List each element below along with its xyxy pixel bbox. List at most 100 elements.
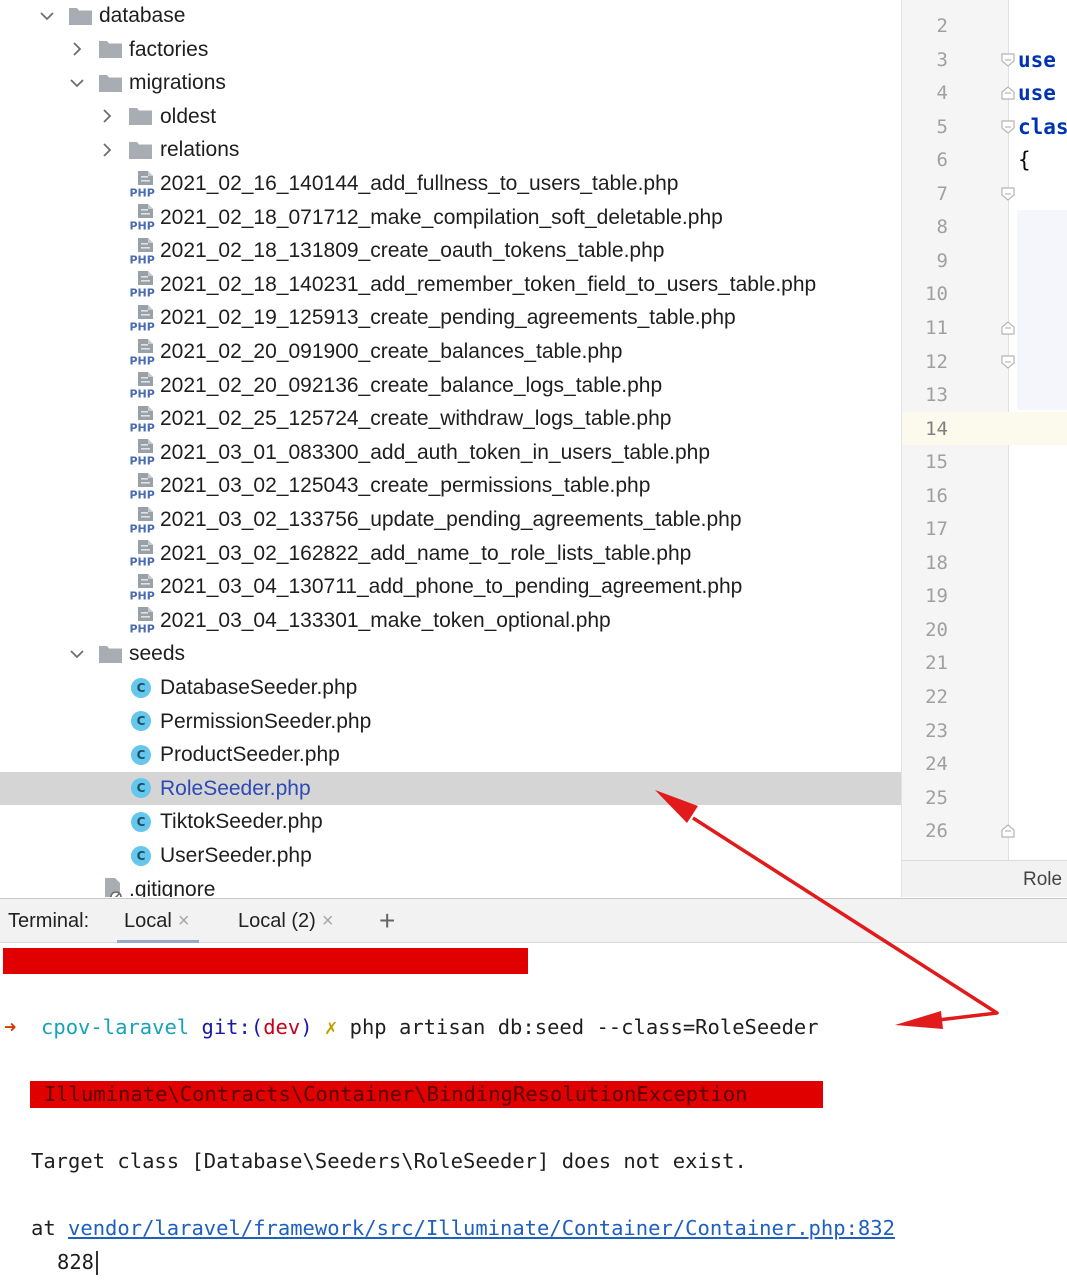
gitignore-file-icon xyxy=(102,873,126,897)
line-number: 24 xyxy=(925,753,948,776)
line-number: 13 xyxy=(925,384,948,407)
svg-text:PHP: PHP xyxy=(130,186,155,198)
tree-item-label: relations xyxy=(160,138,240,162)
tree-item[interactable]: PHP 2021_02_18_131809_create_oauth_tokens… xyxy=(0,234,901,267)
line-number: 25 xyxy=(925,786,948,809)
chevron-down-icon[interactable] xyxy=(36,0,58,32)
tree-item-label: RoleSeeder.php xyxy=(160,776,311,800)
tree-item[interactable]: C UserSeeder.php xyxy=(0,839,901,872)
php-file-icon: PHP xyxy=(129,301,157,334)
chevron-down-icon[interactable] xyxy=(66,637,88,670)
code-line[interactable]: clas xyxy=(1018,111,1067,144)
tree-item-label: 2021_03_04_130711_add_phone_to_pending_a… xyxy=(160,575,743,599)
close-icon[interactable]: × xyxy=(322,910,334,932)
tree-item[interactable]: C PermissionSeeder.php xyxy=(0,705,901,738)
php-file-icon: PHP xyxy=(129,167,157,200)
prompt-git-suffix: ) xyxy=(300,1015,313,1039)
editor-tab-status[interactable]: Role xyxy=(901,860,1067,897)
php-class-icon: C xyxy=(131,772,151,805)
svg-text:PHP: PHP xyxy=(130,556,155,568)
stack-file-link[interactable]: vendor/laravel/framework/src/Illuminate/… xyxy=(68,1216,895,1240)
class-badge: C xyxy=(131,711,151,732)
folder-icon xyxy=(128,100,153,133)
fold-marker-icon[interactable] xyxy=(1001,354,1015,369)
code-line-number: 828 xyxy=(57,1247,99,1277)
tree-item[interactable]: C ProductSeeder.php xyxy=(0,738,901,771)
tree-item[interactable]: PHP 2021_03_01_083300_add_auth_token_in_u… xyxy=(0,436,901,469)
tree-item[interactable]: PHP 2021_03_02_125043_create_permissions_… xyxy=(0,469,901,502)
tree-item[interactable]: C TiktokSeeder.php xyxy=(0,805,901,838)
svg-text:PHP: PHP xyxy=(130,421,155,433)
tree-item[interactable]: migrations xyxy=(0,66,901,99)
tree-item[interactable]: PHP 2021_02_16_140144_add_fullness_to_use… xyxy=(0,167,901,200)
tree-item[interactable]: C DatabaseSeeder.php xyxy=(0,671,901,704)
fold-marker-icon[interactable] xyxy=(1001,52,1015,67)
svg-text:PHP: PHP xyxy=(130,589,155,601)
code-line[interactable]: { xyxy=(1018,144,1031,177)
text-cursor xyxy=(96,1251,99,1275)
line-number: 3 xyxy=(936,48,948,71)
fold-marker-icon[interactable] xyxy=(1001,120,1015,134)
tab-local[interactable]: Local × xyxy=(117,899,198,944)
svg-text:PHP: PHP xyxy=(130,455,155,467)
chevron-right-icon[interactable] xyxy=(66,33,88,66)
tree-item-label: migrations xyxy=(129,71,226,95)
tree-item[interactable]: PHP 2021_03_04_133301_make_token_optional… xyxy=(0,604,901,637)
prompt-arrow-icon: ➜ xyxy=(4,1015,17,1039)
tree-item-label: seeds xyxy=(129,642,186,666)
add-terminal-icon[interactable]: + xyxy=(379,899,395,942)
close-icon[interactable]: × xyxy=(178,910,190,932)
folder-icon xyxy=(98,33,123,66)
tree-item[interactable]: factories xyxy=(0,33,901,66)
tree-item-label: TiktokSeeder.php xyxy=(160,810,323,834)
terminal-output[interactable]: ➜ cpov-laravel git:(dev) ✗ php artisan d… xyxy=(0,943,1067,1280)
tree-item[interactable]: C RoleSeeder.php xyxy=(0,771,901,805)
tab-local-2[interactable]: Local (2) × xyxy=(238,899,334,943)
tree-item[interactable]: PHP 2021_02_20_091900_create_balances_tab… xyxy=(0,335,901,368)
tree-item[interactable]: PHP 2021_02_19_125913_create_pending_agre… xyxy=(0,301,901,334)
code-line[interactable]: use xyxy=(1018,44,1056,77)
class-badge: C xyxy=(131,744,151,765)
tree-item[interactable]: PHP 2021_02_18_071712_make_compilation_so… xyxy=(0,201,901,234)
tree-item-label: 2021_03_02_133756_update_pending_agreeme… xyxy=(160,508,742,531)
svg-text:PHP: PHP xyxy=(130,522,155,534)
tree-item[interactable]: PHP 2021_02_25_125724_create_withdraw_log… xyxy=(0,402,901,435)
ide-window: database factories migrations oldest relatio… xyxy=(0,0,1067,1280)
chevron-right-icon[interactable] xyxy=(96,100,118,133)
tree-item[interactable]: PHP 2021_03_02_162822_add_name_to_role_li… xyxy=(0,537,901,570)
tree-item-label: 2021_02_20_091900_create_balances_table.… xyxy=(160,340,623,363)
chevron-down-icon[interactable] xyxy=(66,66,88,99)
line-number: 15 xyxy=(925,451,948,474)
code-body-highlight xyxy=(1017,210,1067,410)
svg-text:PHP: PHP xyxy=(130,488,155,500)
tree-item[interactable]: PHP 2021_02_20_092136_create_balance_logs… xyxy=(0,369,901,402)
class-badge: C xyxy=(131,778,151,799)
tree-item[interactable]: database xyxy=(0,0,901,32)
tree-item[interactable]: PHP 2021_02_18_140231_add_remember_token_… xyxy=(0,268,901,301)
tree-item[interactable]: seeds xyxy=(0,637,901,670)
svg-text:PHP: PHP xyxy=(130,388,155,400)
fold-marker-icon[interactable] xyxy=(1001,321,1015,335)
fold-marker-icon[interactable] xyxy=(1001,824,1015,838)
code-editor[interactable]: 2 3 4 5 6 7 8 9 10 11 12 13 14 15 16 17 18 19 20 21 22 23 24 25… xyxy=(901,0,1067,860)
tree-item[interactable]: relations xyxy=(0,133,901,166)
tree-item[interactable]: PHP 2021_03_04_130711_add_phone_to_pendin… xyxy=(0,570,901,603)
fold-marker-icon[interactable] xyxy=(1001,187,1015,201)
tree-item[interactable]: .gitignore xyxy=(0,873,901,897)
chevron-right-icon[interactable] xyxy=(96,133,118,166)
line-number: 2 xyxy=(936,15,948,37)
tree-item-label: 2021_02_20_092136_create_balance_logs_ta… xyxy=(160,373,663,397)
class-badge: C xyxy=(131,677,151,698)
php-file-icon: PHP xyxy=(129,604,157,637)
code-line[interactable]: use xyxy=(1018,77,1056,110)
tree-item-label: .gitignore xyxy=(129,877,216,897)
fold-marker-icon[interactable] xyxy=(1001,86,1015,100)
tree-item[interactable]: oldest xyxy=(0,100,901,133)
tree-item[interactable]: PHP 2021_03_02_133756_update_pending_agre… xyxy=(0,503,901,536)
folder-icon xyxy=(128,133,153,166)
prompt-line: ➜ cpov-laravel git:(dev) ✗ php artisan d… xyxy=(4,1012,819,1042)
php-class-icon: C xyxy=(131,805,151,838)
php-file-icon: PHP xyxy=(129,268,157,301)
php-class-icon: C xyxy=(131,738,151,771)
php-class-icon: C xyxy=(131,839,151,872)
